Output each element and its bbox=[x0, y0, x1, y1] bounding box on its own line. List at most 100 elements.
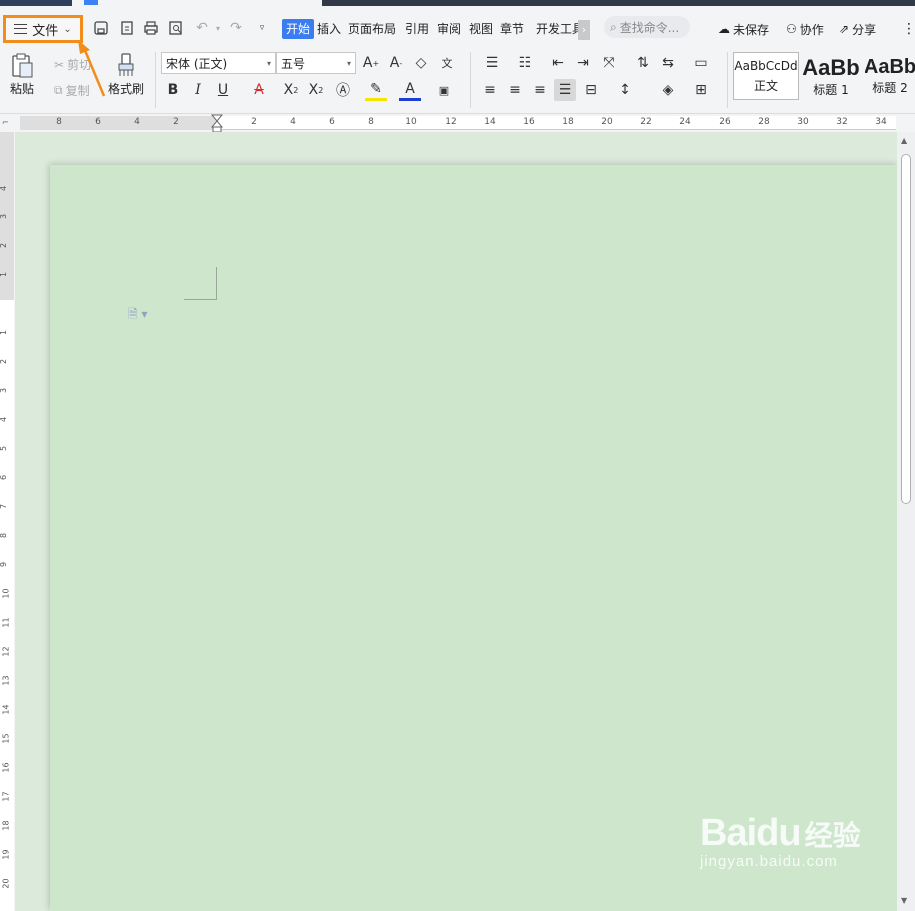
export-pdf-icon[interactable] bbox=[117, 18, 137, 38]
print-preview-icon[interactable] bbox=[166, 18, 186, 38]
phonetic-guide-icon[interactable]: 文 bbox=[436, 52, 458, 74]
undo-dropdown-icon[interactable]: ▾ bbox=[208, 18, 228, 38]
paste-options-icon[interactable]: 🗎 ▾ bbox=[128, 305, 148, 326]
sort-icon[interactable]: ⇅ bbox=[632, 52, 654, 74]
ruler-tick-label: 4 bbox=[0, 417, 8, 422]
ruler-tick-label: 4 bbox=[134, 117, 140, 127]
tab-developer[interactable]: 开发工具 bbox=[536, 19, 579, 39]
font-size-select[interactable]: 五号 ▾ bbox=[276, 52, 356, 74]
italic-icon[interactable]: I bbox=[187, 79, 209, 101]
share-label: 分享 bbox=[852, 22, 877, 37]
borders-icon[interactable]: ⊞ bbox=[690, 79, 712, 101]
increase-indent-icon[interactable]: ⇥ bbox=[572, 52, 594, 74]
file-menu-button[interactable]: 文件 ⌄ bbox=[3, 15, 83, 43]
ruler-tick-label: 9 bbox=[0, 562, 8, 567]
char-shading-icon[interactable]: ▣ bbox=[433, 79, 455, 101]
grow-font-icon[interactable]: A + bbox=[360, 52, 382, 74]
ruler-tick-label: 4 bbox=[0, 186, 8, 191]
bold-icon[interactable]: B bbox=[162, 79, 184, 101]
style-heading-1[interactable]: AaBb 标题 1 bbox=[799, 52, 863, 100]
justify-icon[interactable]: ☰ bbox=[554, 79, 576, 101]
ruler-tick-label: 15 bbox=[1, 733, 11, 744]
tab-insert[interactable]: 插入 bbox=[317, 19, 341, 39]
subscript-icon[interactable]: X2 bbox=[305, 79, 327, 101]
scroll-up-icon[interactable]: ▲ bbox=[901, 136, 907, 145]
window-top-strip bbox=[0, 0, 915, 8]
print-icon[interactable] bbox=[141, 18, 161, 38]
redo-icon[interactable]: ↷ bbox=[226, 18, 246, 38]
tab-chapter[interactable]: 章节 bbox=[500, 19, 524, 39]
underline-icon[interactable]: U bbox=[212, 79, 234, 101]
text-direction-icon[interactable]: ⇆ bbox=[657, 52, 679, 74]
chevron-down-icon: ▾ bbox=[346, 58, 351, 68]
tab-home[interactable]: 开始 bbox=[282, 19, 315, 39]
strikethrough-icon[interactable]: A bbox=[248, 79, 270, 101]
search-icon: ⌕ bbox=[610, 19, 617, 34]
superscript-icon[interactable]: X2 bbox=[280, 79, 302, 101]
command-search[interactable]: ⌕ 查找命令... bbox=[604, 16, 690, 38]
share-button[interactable]: ⇗ 分享 bbox=[839, 19, 876, 39]
ruler-tick-label: 22 bbox=[640, 117, 652, 127]
document-page[interactable] bbox=[50, 165, 897, 911]
user-add-icon: ⚇ bbox=[786, 22, 797, 36]
watermark-logo: Baidu bbox=[700, 812, 802, 854]
doc-tab-indicator bbox=[84, 0, 98, 5]
shrink-font-icon[interactable]: A- bbox=[385, 52, 407, 74]
format-painter-button[interactable]: 格式刷 bbox=[108, 52, 144, 97]
document-canvas[interactable]: 🗎 ▾ bbox=[15, 132, 897, 911]
ruler-tick-label: 30 bbox=[797, 117, 809, 127]
style-preview: AaBbCcDd bbox=[734, 58, 798, 73]
text-effect-icon[interactable]: Ⓐ bbox=[332, 79, 354, 101]
unsaved-button[interactable]: ☁ 未保存 bbox=[718, 19, 769, 39]
align-left-icon[interactable]: ≡ bbox=[479, 79, 501, 101]
font-name-select[interactable]: 宋体 (正文) ▾ bbox=[161, 52, 276, 74]
paste-icon bbox=[12, 53, 33, 78]
ruler-tick-label: 19 bbox=[1, 849, 11, 860]
style-heading-2[interactable]: AaBb 标题 2 bbox=[865, 52, 915, 100]
numbered-list-icon[interactable]: ☷ bbox=[514, 52, 536, 74]
tab-page-layout[interactable]: 页面布局 bbox=[348, 19, 396, 39]
ruler-text-area bbox=[216, 116, 896, 130]
ruler-tick-label: 7 bbox=[0, 504, 8, 509]
distributed-icon[interactable]: ⊟ bbox=[580, 79, 602, 101]
style-normal[interactable]: AaBbCcDd 正文 bbox=[733, 52, 799, 100]
shading-icon[interactable]: ◈ bbox=[657, 79, 679, 101]
paste-button[interactable]: 粘贴 bbox=[9, 52, 35, 97]
save-icon[interactable] bbox=[91, 18, 111, 38]
clear-format-icon[interactable]: ◇ bbox=[410, 52, 432, 74]
collaborate-button[interactable]: ⚇ 协作 bbox=[786, 19, 824, 39]
font-color-icon[interactable]: A bbox=[399, 79, 421, 101]
vertical-ruler[interactable]: 43211234567891011121314151617181920 bbox=[0, 132, 14, 911]
style-preview: AaBb bbox=[802, 54, 860, 80]
indent-marker-icon[interactable] bbox=[210, 114, 224, 134]
tab-references[interactable]: 引用 bbox=[405, 19, 429, 39]
group-divider bbox=[155, 52, 156, 108]
copy-button[interactable]: ⧉ 复制 bbox=[54, 82, 90, 99]
align-center-icon[interactable]: ≡ bbox=[504, 79, 526, 101]
chevron-down-icon: ⌄ bbox=[63, 23, 72, 35]
highlight-icon[interactable]: ✎ bbox=[365, 79, 387, 101]
customize-toolbar-icon[interactable]: ▿ bbox=[252, 18, 272, 38]
title-strip bbox=[322, 0, 915, 6]
tab-review[interactable]: 审阅 bbox=[437, 19, 461, 39]
bullet-list-icon[interactable]: ☰ bbox=[481, 52, 503, 74]
tabs-scroll-right-icon[interactable]: › bbox=[578, 20, 590, 40]
scroll-down-icon[interactable]: ▼ bbox=[901, 896, 907, 905]
copy-label: 复制 bbox=[65, 84, 90, 98]
vertical-scrollbar[interactable]: ▲ ▼ bbox=[897, 132, 915, 911]
tab-stop-icon[interactable]: ⌐ bbox=[2, 118, 9, 127]
tab-view[interactable]: 视图 bbox=[469, 19, 493, 39]
ruler-tick-label: 24 bbox=[679, 117, 691, 127]
show-marks-icon[interactable]: ▭ bbox=[690, 52, 712, 74]
search-placeholder: 查找命令... bbox=[619, 20, 680, 35]
horizontal-ruler[interactable]: 8 6 4 2 2 4 6 8 10 12 14 16 18 20 22 24 26 28 30 32 34 ⌐ bbox=[0, 114, 915, 134]
align-right-icon[interactable]: ≡ bbox=[529, 79, 551, 101]
more-options-icon[interactable]: ⋮ bbox=[902, 19, 915, 39]
chinese-layout-icon[interactable]: ⤧ bbox=[598, 52, 620, 74]
cut-button[interactable]: ✂ 剪切 bbox=[54, 56, 91, 73]
brush-icon bbox=[118, 53, 134, 76]
decrease-indent-icon[interactable]: ⇤ bbox=[547, 52, 569, 74]
line-spacing-icon[interactable]: ↕ bbox=[614, 79, 636, 101]
margin-corner-mark bbox=[216, 267, 217, 299]
scrollbar-thumb[interactable] bbox=[901, 154, 911, 504]
